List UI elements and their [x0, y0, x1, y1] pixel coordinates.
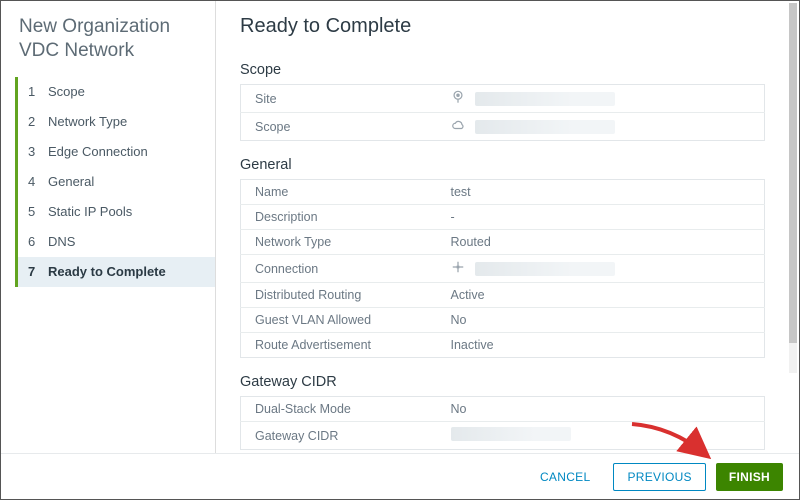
scrollbar[interactable]	[789, 3, 797, 373]
summary-key: Gateway CIDR	[241, 422, 441, 450]
summary-value: Inactive	[441, 333, 765, 358]
step-number: 5	[28, 204, 48, 219]
summary-value: test	[441, 180, 765, 205]
summary-table-scope: SiteScope	[240, 84, 765, 141]
table-row: Gateway CIDR	[241, 422, 765, 450]
wizard-step-7[interactable]: 7Ready to Complete	[15, 257, 215, 287]
page-title: Ready to Complete	[240, 15, 765, 38]
step-label: DNS	[48, 234, 75, 249]
waypoint-icon	[451, 90, 465, 107]
section-heading-general: General	[240, 157, 765, 173]
summary-value: -	[441, 205, 765, 230]
summary-value	[441, 85, 765, 113]
table-row: Distributed RoutingActive	[241, 283, 765, 308]
finish-button[interactable]: Finish	[716, 463, 783, 491]
table-row: Site	[241, 85, 765, 113]
step-label: Static IP Pools	[48, 204, 132, 219]
redacted-value	[475, 262, 615, 276]
table-row: Guest VLAN AllowedNo	[241, 308, 765, 333]
table-row: Dual-Stack ModeNo	[241, 397, 765, 422]
edge-icon	[451, 260, 465, 277]
redacted-value	[475, 120, 615, 134]
summary-value	[441, 113, 765, 141]
table-row: Route AdvertisementInactive	[241, 333, 765, 358]
summary-key: Network Type	[241, 230, 441, 255]
summary-value: Active	[441, 283, 765, 308]
wizard-dialog: New Organization VDC Network 1Scope2Netw…	[0, 0, 800, 500]
dialog-body: New Organization VDC Network 1Scope2Netw…	[1, 1, 799, 499]
step-number: 7	[28, 264, 48, 279]
step-number: 4	[28, 174, 48, 189]
summary-key: Site	[241, 85, 441, 113]
wizard-step-4[interactable]: 4General	[15, 167, 215, 197]
summary-table-gateway: Dual-Stack ModeNoGateway CIDR	[240, 396, 765, 450]
step-label: Network Type	[48, 114, 127, 129]
step-label: Ready to Complete	[48, 264, 166, 279]
summary-value: Routed	[441, 230, 765, 255]
step-label: General	[48, 174, 94, 189]
table-row: Description-	[241, 205, 765, 230]
step-label: Edge Connection	[48, 144, 148, 159]
wizard-title: New Organization VDC Network	[15, 15, 215, 77]
previous-button[interactable]: Previous	[613, 463, 705, 491]
summary-value: No	[441, 308, 765, 333]
table-row: Nametest	[241, 180, 765, 205]
cancel-button[interactable]: Cancel	[527, 463, 603, 491]
wizard-step-6[interactable]: 6DNS	[15, 227, 215, 257]
summary-value	[441, 422, 765, 450]
dialog-footer: Cancel Previous Finish	[1, 453, 799, 499]
step-number: 3	[28, 144, 48, 159]
wizard-step-3[interactable]: 3Edge Connection	[15, 137, 215, 167]
step-number: 1	[28, 84, 48, 99]
step-number: 6	[28, 234, 48, 249]
table-row: Connection	[241, 255, 765, 283]
redacted-value	[451, 427, 571, 441]
step-label: Scope	[48, 84, 85, 99]
main-scroll[interactable]: Ready to Complete Scope SiteScope Genera…	[216, 1, 789, 499]
summary-key: Dual-Stack Mode	[241, 397, 441, 422]
redacted-value	[475, 92, 615, 106]
wizard-step-2[interactable]: 2Network Type	[15, 107, 215, 137]
summary-key: Description	[241, 205, 441, 230]
main-area: Ready to Complete Scope SiteScope Genera…	[216, 1, 799, 499]
cloud-icon	[451, 118, 465, 135]
summary-key: Route Advertisement	[241, 333, 441, 358]
summary-key: Scope	[241, 113, 441, 141]
wizard-step-1[interactable]: 1Scope	[15, 77, 215, 107]
summary-key: Distributed Routing	[241, 283, 441, 308]
scrollbar-thumb[interactable]	[789, 3, 797, 343]
summary-table-general: NametestDescription-Network TypeRoutedCo…	[240, 179, 765, 358]
table-row: Network TypeRouted	[241, 230, 765, 255]
summary-value	[441, 255, 765, 283]
table-row: Scope	[241, 113, 765, 141]
section-heading-scope: Scope	[240, 62, 765, 78]
wizard-sidebar: New Organization VDC Network 1Scope2Netw…	[1, 1, 216, 499]
section-heading-gateway: Gateway CIDR	[240, 374, 765, 390]
summary-key: Name	[241, 180, 441, 205]
summary-key: Guest VLAN Allowed	[241, 308, 441, 333]
summary-key: Connection	[241, 255, 441, 283]
wizard-step-5[interactable]: 5Static IP Pools	[15, 197, 215, 227]
summary-value: No	[441, 397, 765, 422]
step-number: 2	[28, 114, 48, 129]
wizard-steps: 1Scope2Network Type3Edge Connection4Gene…	[15, 77, 215, 287]
